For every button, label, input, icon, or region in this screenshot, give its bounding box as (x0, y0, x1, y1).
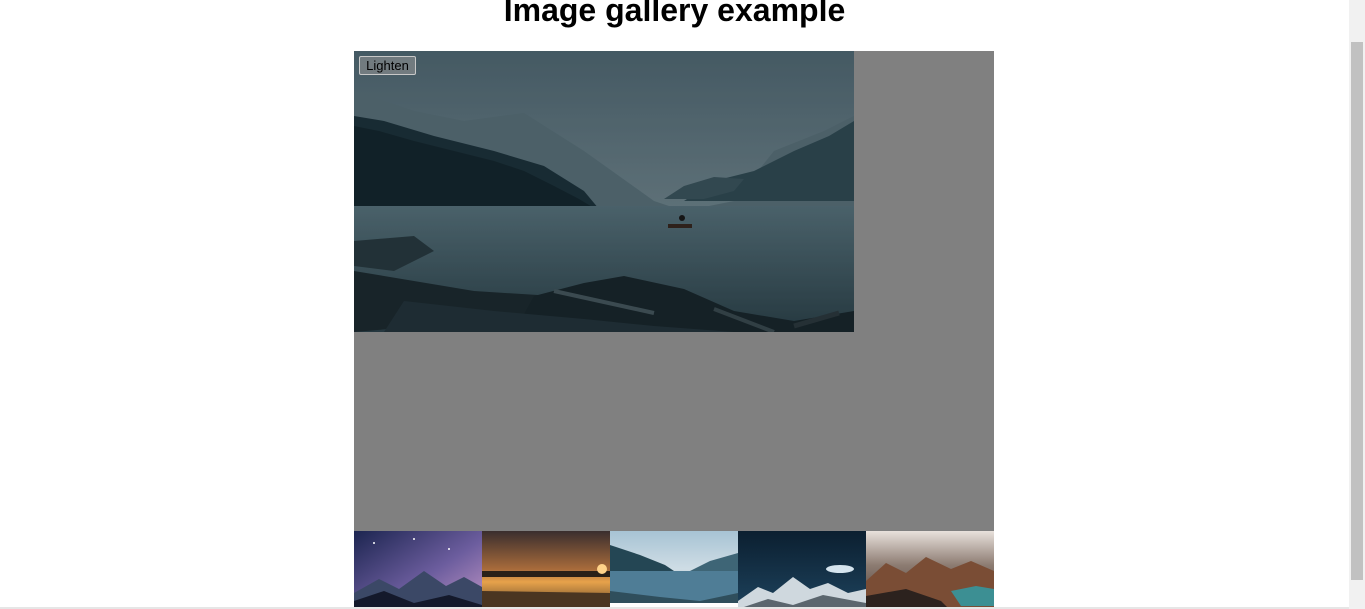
thumb-cloudy-mountains[interactable] (866, 531, 994, 609)
thumbnail-bar (354, 531, 994, 609)
thumb-lake-kayak[interactable] (610, 531, 738, 609)
thumb-milky-way-mountains[interactable] (354, 531, 482, 609)
page-title: Image gallery example (503, 0, 846, 28)
thumb-sunset-lake[interactable] (482, 531, 610, 609)
main-image (354, 51, 854, 332)
thumb-snowy-peaks[interactable] (738, 531, 866, 609)
lighten-button[interactable]: Lighten (359, 56, 416, 75)
vertical-scrollbar-thumb[interactable] (1351, 42, 1363, 580)
gallery-display: Lighten (354, 51, 994, 531)
